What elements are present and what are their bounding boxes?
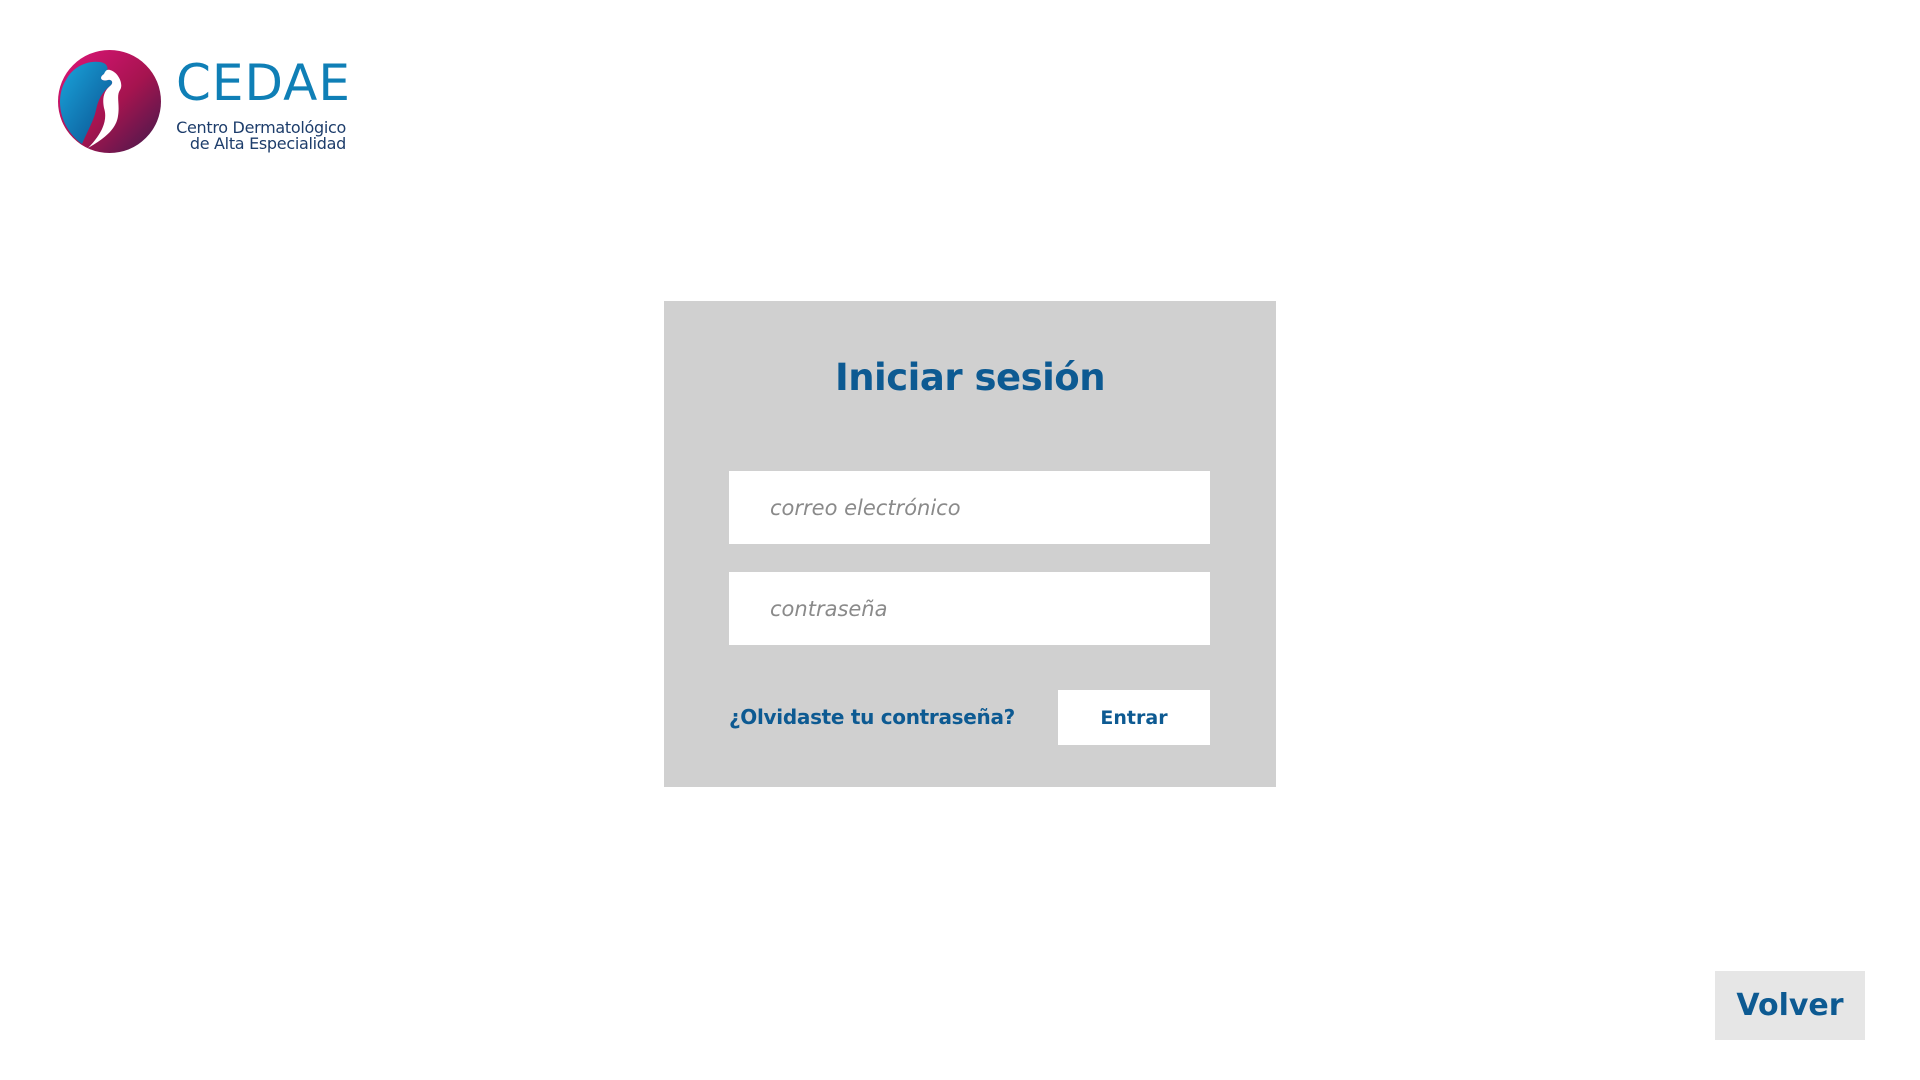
email-field[interactable] [729, 471, 1210, 544]
login-title: Iniciar sesión [834, 356, 1106, 399]
login-card: Iniciar sesión ¿Olvidaste tu contraseña?… [664, 301, 1276, 787]
brand-tagline-line2: de Alta Especialidad [189, 134, 346, 153]
brand-wordmark: CEDAE [176, 54, 351, 112]
password-field[interactable] [729, 572, 1210, 645]
login-page: CEDAE Centro Dermatológico de Alta Espec… [0, 0, 1920, 1080]
brand-logo[interactable]: CEDAE Centro Dermatológico de Alta Espec… [58, 50, 351, 155]
forgot-password-link[interactable]: ¿Olvidaste tu contraseña? [729, 705, 1015, 729]
back-button[interactable]: Volver [1715, 971, 1865, 1040]
brand-tagline: Centro Dermatológico de Alta Especialida… [166, 120, 346, 152]
cedae-logo-mark-icon [58, 50, 161, 153]
login-submit-button[interactable]: Entrar [1058, 690, 1210, 745]
